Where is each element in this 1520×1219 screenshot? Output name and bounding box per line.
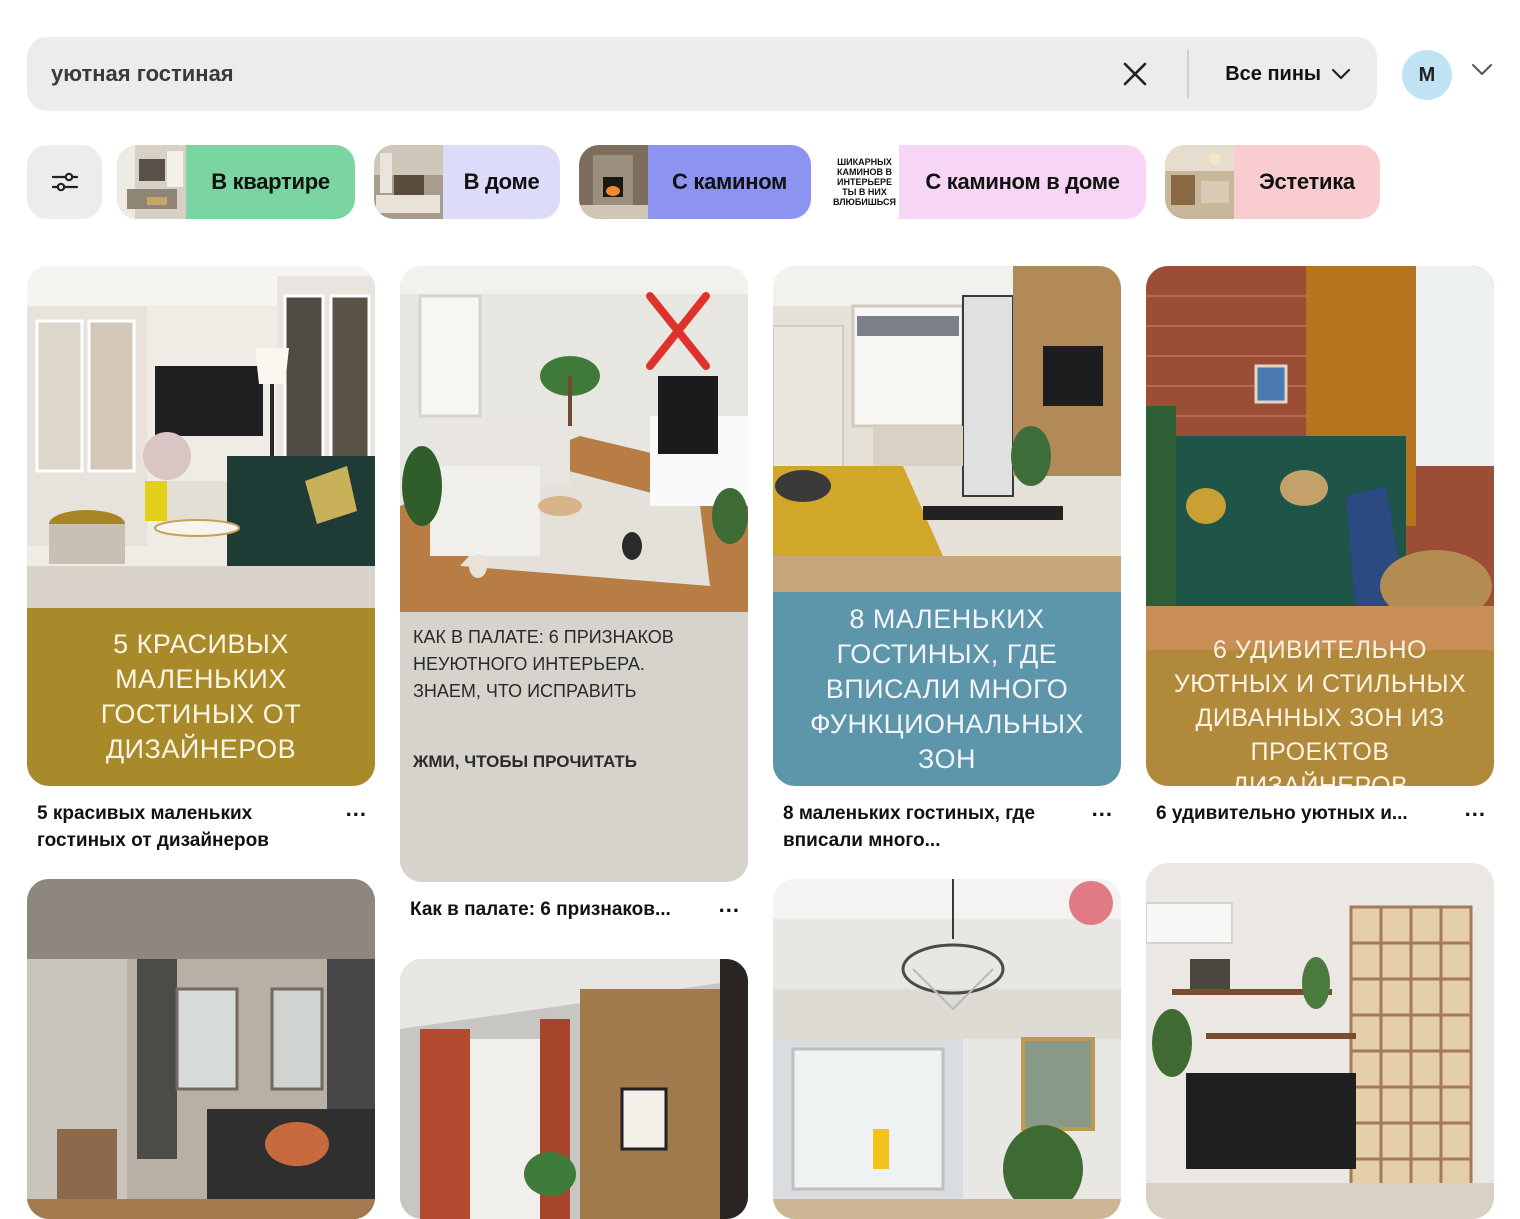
pin-photo bbox=[773, 266, 1121, 592]
pin-photo bbox=[1146, 863, 1494, 1219]
pin-title: 6 удивительно уютных и... bbox=[1156, 803, 1408, 824]
chip-thumbnail bbox=[1165, 145, 1234, 219]
chevron-down-icon bbox=[1331, 68, 1351, 80]
pin-photo bbox=[773, 879, 1121, 1219]
more-options-button[interactable]: ... bbox=[1465, 798, 1486, 820]
pin-caption: 5 красивых маленьких гостиных от дизайне… bbox=[27, 798, 375, 854]
more-options-button[interactable]: ... bbox=[346, 798, 367, 820]
chip-thumbnail bbox=[374, 145, 443, 219]
pin-caption: 8 маленьких гостиных, где вписали много.… bbox=[773, 798, 1121, 854]
chip-aesthetics[interactable]: Эстетика bbox=[1165, 145, 1380, 219]
pin-card[interactable] bbox=[773, 879, 1121, 1219]
pin-image[interactable] bbox=[400, 959, 748, 1219]
avatar[interactable]: M bbox=[1402, 50, 1452, 100]
close-icon bbox=[1123, 62, 1147, 86]
pin-text-panel: КАК В ПАЛАТЕ: 6 ПРИЗНАКОВ НЕУЮТНОГО ИНТЕ… bbox=[400, 612, 748, 882]
sliders-icon bbox=[51, 172, 78, 192]
pin-photo bbox=[400, 959, 748, 1219]
search-bar[interactable]: уютная гостиная Все пины bbox=[27, 37, 1377, 111]
divider bbox=[1187, 50, 1190, 98]
chip-with-fireplace[interactable]: С камином bbox=[579, 145, 811, 219]
pin-caption: Как в палате: 6 признаков... ... bbox=[400, 894, 748, 923]
pin-banner: 5 КРАСИВЫХ МАЛЕНЬКИХ ГОСТИНЫХ ОТ ДИЗАЙНЕ… bbox=[27, 608, 375, 786]
clear-search-button[interactable] bbox=[1115, 54, 1155, 94]
pin-cta-text: ЖМИ, ЧТОБЫ ПРОЧИТАТЬ bbox=[413, 752, 637, 771]
chip-label: В доме bbox=[443, 145, 560, 219]
pin-card[interactable]: 8 МАЛЕНЬКИХ ГОСТИНЫХ, ГДЕ ВПИСАЛИ МНОГО … bbox=[773, 266, 1121, 854]
chip-in-house[interactable]: В доме bbox=[374, 145, 560, 219]
pin-card[interactable]: 6 УДИВИТЕЛЬНО УЮТНЫХ И СТИЛЬНЫХ ДИВАННЫХ… bbox=[1146, 266, 1494, 827]
pin-banner: 8 МАЛЕНЬКИХ ГОСТИНЫХ, ГДЕ ВПИСАЛИ МНОГО … bbox=[773, 592, 1121, 786]
pin-photo bbox=[27, 266, 375, 608]
chip-thumbnail-text: ШИКАРНЫХ КАМИНОВ В ИНТЕРЬЕРЕ ТЫ В НИХ ВЛ… bbox=[830, 145, 899, 219]
pin-image[interactable]: 5 КРАСИВЫХ МАЛЕНЬКИХ ГОСТИНЫХ ОТ ДИЗАЙНЕ… bbox=[27, 266, 375, 786]
pin-image[interactable]: КАК В ПАЛАТЕ: 6 ПРИЗНАКОВ НЕУЮТНОГО ИНТЕ… bbox=[400, 266, 748, 882]
chip-label: В квартире bbox=[186, 145, 355, 219]
pin-image[interactable]: 8 МАЛЕНЬКИХ ГОСТИНЫХ, ГДЕ ВПИСАЛИ МНОГО … bbox=[773, 266, 1121, 786]
pin-card[interactable] bbox=[27, 879, 375, 1219]
chip-thumbnail bbox=[579, 145, 648, 219]
chip-thumbnail bbox=[117, 145, 186, 219]
pin-card[interactable] bbox=[400, 959, 748, 1219]
scope-dropdown[interactable]: Все пины bbox=[1225, 63, 1351, 86]
chip-in-apartment[interactable]: В квартире bbox=[117, 145, 355, 219]
chip-label: Эстетика bbox=[1234, 145, 1380, 219]
pin-photo bbox=[1146, 266, 1494, 650]
pin-banner: 6 УДИВИТЕЛЬНО УЮТНЫХ И СТИЛЬНЫХ ДИВАННЫХ… bbox=[1146, 636, 1494, 786]
chip-label: С камином в доме bbox=[899, 145, 1146, 219]
pin-card[interactable]: 5 КРАСИВЫХ МАЛЕНЬКИХ ГОСТИНЫХ ОТ ДИЗАЙНЕ… bbox=[27, 266, 375, 854]
pin-image[interactable]: 6 УДИВИТЕЛЬНО УЮТНЫХ И СТИЛЬНЫХ ДИВАННЫХ… bbox=[1146, 266, 1494, 786]
pin-image[interactable] bbox=[27, 879, 375, 1219]
scope-label: Все пины bbox=[1225, 62, 1321, 85]
pin-card[interactable] bbox=[1146, 863, 1494, 1219]
chip-label: С камином bbox=[648, 145, 811, 219]
pin-title: Как в палате: 6 признаков... bbox=[410, 899, 671, 920]
pin-title: 5 красивых маленьких гостиных от дизайне… bbox=[37, 803, 269, 851]
pin-photo bbox=[400, 266, 748, 612]
pin-image[interactable] bbox=[773, 879, 1121, 1219]
pin-caption: 6 удивительно уютных и... ... bbox=[1146, 798, 1494, 827]
account-chevron-icon[interactable] bbox=[1471, 63, 1493, 77]
pin-card[interactable]: КАК В ПАЛАТЕ: 6 ПРИЗНАКОВ НЕУЮТНОГО ИНТЕ… bbox=[400, 266, 748, 923]
filter-button[interactable] bbox=[27, 145, 102, 219]
more-options-button[interactable]: ... bbox=[719, 894, 740, 916]
pin-title: 8 маленьких гостиных, где вписали много.… bbox=[783, 803, 1036, 851]
pin-image[interactable] bbox=[1146, 863, 1494, 1219]
chip-with-fireplace-in-house[interactable]: ШИКАРНЫХ КАМИНОВ В ИНТЕРЬЕРЕ ТЫ В НИХ ВЛ… bbox=[830, 145, 1146, 219]
search-input[interactable]: уютная гостиная bbox=[51, 61, 1115, 87]
pin-photo bbox=[27, 879, 375, 1219]
more-options-button[interactable]: ... bbox=[1092, 798, 1113, 820]
pin-overlay-text: КАК В ПАЛАТЕ: 6 ПРИЗНАКОВ НЕУЮТНОГО ИНТЕ… bbox=[413, 627, 674, 701]
